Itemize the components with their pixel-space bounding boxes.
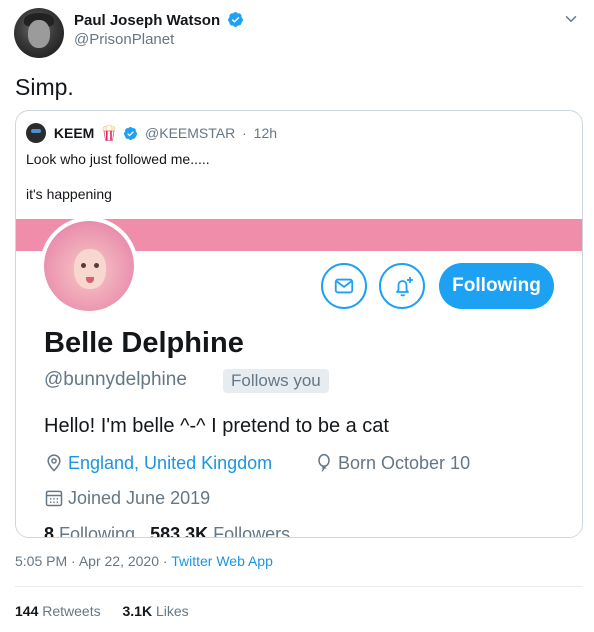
quoted-tweet[interactable]: KEEM @KEEMSTAR · 12h Look who just follo… bbox=[15, 110, 583, 538]
quoted-tweet-header: KEEM @KEEMSTAR · 12h bbox=[26, 123, 277, 143]
likes-label: Likes bbox=[155, 603, 189, 619]
followers-label: Followers bbox=[213, 524, 291, 538]
likes-count: 3.1K bbox=[122, 603, 153, 619]
profile-follow-stats: 8 Following 583.3K Followers bbox=[44, 524, 291, 538]
profile-location-text: England, United Kingdom bbox=[68, 453, 273, 473]
profile-handle: @bunnydelphine bbox=[44, 369, 187, 390]
timestamp-separator-2: · bbox=[162, 553, 168, 569]
quoted-author-avatar bbox=[26, 123, 46, 143]
calendar-icon bbox=[45, 490, 63, 507]
quoted-text-line-2: it's happening bbox=[26, 186, 112, 202]
profile-avatar bbox=[40, 219, 138, 315]
quoted-author-handle: @KEEMSTAR bbox=[145, 125, 236, 141]
profile-birthday: Born October 10 bbox=[314, 453, 470, 474]
follows-you-badge: Follows you bbox=[223, 369, 329, 393]
following-label: Following bbox=[59, 524, 136, 538]
author-handle[interactable]: @PrisonPlanet bbox=[74, 31, 174, 48]
location-pin-icon bbox=[47, 454, 61, 472]
followers-count: 583.3K bbox=[150, 524, 209, 538]
engagement-stats: 144 Retweets 3.1K Likes bbox=[15, 603, 207, 619]
likes-stat[interactable]: 3.1K Likes bbox=[123, 603, 189, 619]
profile-display-name: Belle Delphine bbox=[44, 327, 244, 359]
tweet-text: Simp. bbox=[15, 74, 74, 100]
profile-birthday-text: Born October 10 bbox=[338, 453, 471, 473]
timestamp-separator-1: · bbox=[71, 553, 76, 569]
divider bbox=[15, 586, 583, 587]
quoted-verified-badge-icon bbox=[124, 126, 138, 141]
quoted-time: 12h bbox=[253, 125, 278, 141]
tweet: Paul Joseph Watson @PrisonPlanet Simp. K… bbox=[0, 0, 594, 632]
quoted-author-name: KEEM bbox=[53, 125, 95, 141]
chevron-down-icon[interactable] bbox=[562, 10, 580, 28]
notifications-button bbox=[379, 263, 425, 309]
message-button bbox=[321, 263, 367, 309]
tweet-timestamp: 5:05 PM · Apr 22, 2020 · Twitter Web App bbox=[15, 553, 273, 569]
profile-joined: Joined June 2019 bbox=[44, 488, 210, 509]
quoted-separator: · bbox=[242, 125, 247, 141]
author-name-row[interactable]: Paul Joseph Watson bbox=[74, 11, 244, 29]
verified-badge-icon bbox=[228, 12, 244, 27]
following-count: 8 bbox=[44, 524, 55, 538]
profile-joined-text: Joined June 2019 bbox=[68, 488, 211, 508]
retweets-label: Retweets bbox=[42, 603, 101, 619]
retweets-stat[interactable]: 144 Retweets bbox=[15, 603, 105, 619]
source-app-link[interactable]: Twitter Web App bbox=[171, 553, 273, 569]
author-avatar[interactable] bbox=[14, 8, 64, 58]
envelope-icon bbox=[334, 278, 354, 294]
profile-bio: Hello! I'm belle ^-^ I pretend to be a c… bbox=[44, 415, 389, 437]
bell-plus-icon bbox=[396, 277, 413, 297]
author-name[interactable]: Paul Joseph Watson bbox=[74, 12, 220, 29]
following-button: Following bbox=[439, 263, 554, 309]
balloon-icon bbox=[318, 453, 330, 472]
quoted-text-line-1: Look who just followed me..... bbox=[26, 151, 210, 167]
popcorn-icon bbox=[102, 125, 116, 141]
quoted-tweet-image[interactable]: Following Belle Delphine @bunnydelphine … bbox=[16, 219, 582, 538]
profile-location: England, United Kingdom bbox=[44, 453, 272, 474]
tweet-time[interactable]: 5:05 PM bbox=[15, 553, 67, 569]
tweet-date[interactable]: Apr 22, 2020 bbox=[79, 553, 159, 569]
retweets-count: 144 bbox=[15, 603, 39, 619]
